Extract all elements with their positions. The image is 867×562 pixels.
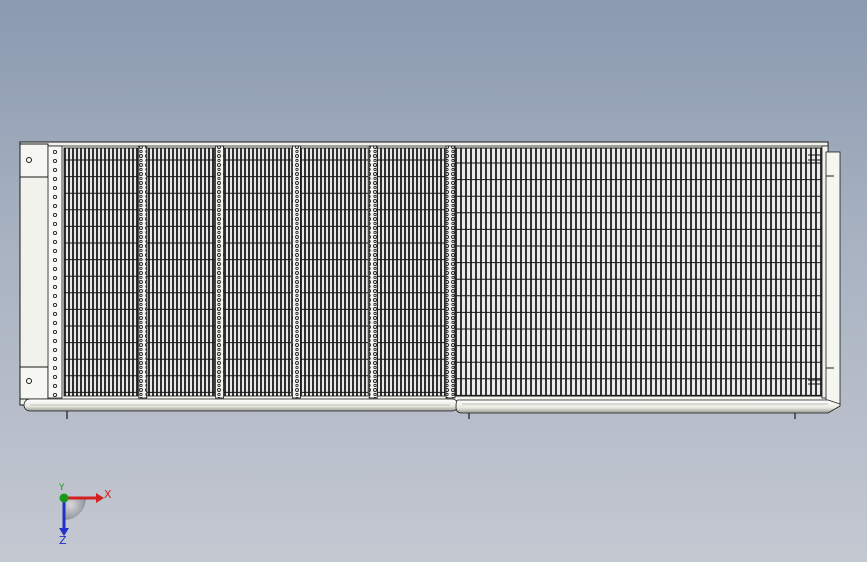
- right-coil-block: [454, 147, 823, 397]
- base-rail-right: [455, 399, 841, 414]
- y-axis-label: Y: [59, 483, 65, 493]
- base-rail-left: [23, 398, 459, 412]
- coil-module: [368, 145, 446, 399]
- z-axis-label: Z: [59, 534, 67, 547]
- coil-module: [291, 145, 369, 399]
- model-view[interactable]: [0, 0, 867, 562]
- graphics-viewport[interactable]: X Y Z: [0, 0, 867, 562]
- coil-module: [138, 145, 216, 399]
- x-axis-arrow: [96, 493, 104, 503]
- center-tube-sheet: [445, 145, 456, 399]
- x-axis-label: X: [104, 488, 112, 501]
- left-lower-bracket: [19, 366, 49, 400]
- orientation-triad[interactable]: X Y Z: [40, 480, 120, 550]
- coil-module: [63, 147, 139, 397]
- y-axis-dot: [59, 493, 69, 503]
- coil-module: [215, 145, 292, 399]
- left-upper-bracket: [19, 143, 49, 178]
- right-side-panel: [825, 151, 841, 405]
